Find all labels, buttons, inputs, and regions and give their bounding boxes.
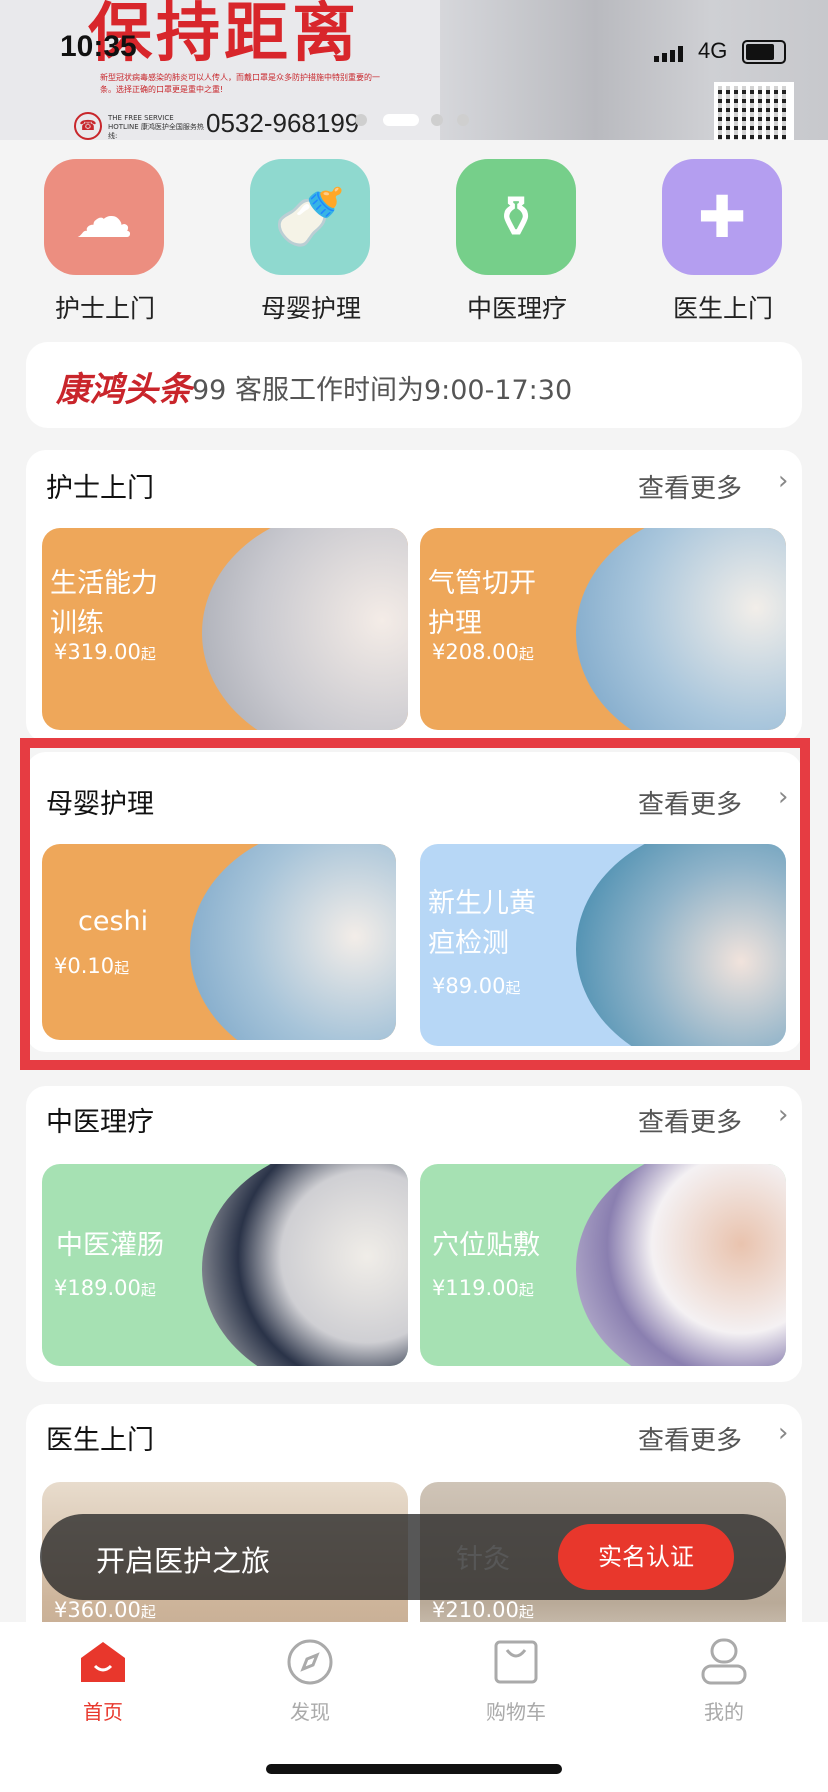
carousel-dot xyxy=(457,114,469,126)
category-doctor-visit[interactable]: ✚ 医生上门 xyxy=(640,155,790,325)
section-title: 护士上门 xyxy=(46,473,154,504)
promo-banner[interactable]: 保持距离 新型冠状病毒感染的肺炎可以人传人，而戴口罩是众多防护措施中特别重要的一… xyxy=(0,0,828,140)
service-price: ¥210.00起 xyxy=(432,1598,534,1622)
category-label: 护士上门 xyxy=(54,294,155,323)
service-photo xyxy=(576,528,786,730)
onboarding-banner: 开启医护之旅 实名认证 xyxy=(40,1514,786,1600)
tab-profile[interactable]: 我的 xyxy=(664,1632,784,1732)
service-photo xyxy=(202,528,408,730)
news-logo: 康鸿头条 xyxy=(56,370,192,410)
service-name: 气管切开护理 xyxy=(428,568,536,639)
category-label: 母婴护理 xyxy=(260,294,361,323)
hotline-number: 0532-968199 xyxy=(206,108,360,138)
category-tcm-therapy[interactable]: ⚱ 中医理疗 xyxy=(434,155,584,325)
battery-icon xyxy=(742,40,786,64)
carousel-dot xyxy=(431,114,443,126)
home-indicator xyxy=(266,1764,562,1774)
service-price: ¥208.00起 xyxy=(432,640,534,664)
service-price: ¥360.00起 xyxy=(54,1598,156,1622)
tab-label: 首页 xyxy=(83,1700,123,1724)
category-maternal-care[interactable]: 🍼 母婴护理 xyxy=(228,155,378,325)
carousel-dot-active xyxy=(383,114,419,126)
section-nurse-visit: 护士上门 查看更多 › 生活能力训练 ¥319.00起 气管切开护理 ¥208.… xyxy=(26,450,802,742)
section-title: 医生上门 xyxy=(46,1425,154,1456)
tab-home[interactable]: 首页 xyxy=(43,1632,163,1732)
news-text: 99 客服工作时间为9:00-17:30 xyxy=(192,375,573,406)
service-name: 中医灌肠 xyxy=(56,1230,164,1261)
signal-icon xyxy=(654,44,688,62)
view-more-link[interactable]: 查看更多 xyxy=(638,1420,742,1457)
view-more-link[interactable]: 查看更多 xyxy=(638,1102,742,1139)
qr-code xyxy=(714,82,794,140)
view-more-link[interactable]: 查看更多 xyxy=(638,468,742,505)
news-ticker[interactable]: 康鸿头条 99 客服工作时间为9:00-17:30 xyxy=(26,342,802,428)
service-name: 生活能力训练 xyxy=(50,568,158,639)
section-title: 中医理疗 xyxy=(46,1107,154,1138)
chevron-right-icon[interactable]: › xyxy=(778,1100,788,1130)
profile-icon xyxy=(700,1638,748,1686)
chevron-right-icon[interactable]: › xyxy=(778,466,788,496)
shopping-bag-icon xyxy=(492,1638,540,1686)
phone-icon: ☎ xyxy=(74,112,102,140)
baby-bottle-icon: 🍼 xyxy=(250,159,370,275)
service-price: ¥319.00起 xyxy=(54,640,156,664)
carousel-dot xyxy=(355,114,367,126)
hotline-label: THE FREE SERVICE HOTLINE 康鸿医护全国服务热线: xyxy=(108,114,204,140)
category-nurse-visit[interactable]: ☁ 护士上门 xyxy=(22,155,172,325)
tab-label: 购物车 xyxy=(486,1700,546,1724)
category-label: 中医理疗 xyxy=(466,294,567,323)
service-card[interactable]: 气管切开护理 ¥208.00起 xyxy=(420,528,786,730)
tab-label: 发现 xyxy=(290,1700,330,1724)
verify-identity-button[interactable]: 实名认证 xyxy=(558,1524,734,1590)
status-time: 10:35 xyxy=(60,30,137,63)
herbal-bowl-icon: ⚱ xyxy=(456,159,576,275)
service-card[interactable]: 中医灌肠 ¥189.00起 xyxy=(42,1164,408,1366)
home-icon xyxy=(79,1638,127,1686)
tab-label: 我的 xyxy=(704,1700,744,1724)
banner-subtext: 新型冠状病毒感染的肺炎可以人传人，而戴口罩是众多防护措施中特别重要的一条。选择正… xyxy=(100,73,380,94)
highlight-box xyxy=(20,738,810,1070)
service-name: 穴位贴敷 xyxy=(432,1230,540,1261)
nurse-cap-icon: ☁ xyxy=(44,159,164,275)
onboarding-text: 开启医护之旅 xyxy=(96,1544,271,1578)
compass-icon xyxy=(286,1638,334,1686)
service-photo xyxy=(576,1164,786,1366)
tab-cart[interactable]: 购物车 xyxy=(456,1632,576,1732)
category-label: 医生上门 xyxy=(672,294,773,323)
service-card[interactable]: 穴位贴敷 ¥119.00起 xyxy=(420,1164,786,1366)
service-photo xyxy=(202,1164,408,1366)
service-price: ¥189.00起 xyxy=(54,1276,156,1300)
doctor-icon: ✚ xyxy=(662,159,782,275)
tab-discover[interactable]: 发现 xyxy=(250,1632,370,1732)
service-price: ¥119.00起 xyxy=(432,1276,534,1300)
chevron-right-icon[interactable]: › xyxy=(778,1418,788,1448)
service-card[interactable]: 生活能力训练 ¥319.00起 xyxy=(42,528,408,730)
network-type: 4G xyxy=(698,38,728,63)
section-tcm-therapy: 中医理疗 查看更多 › 中医灌肠 ¥189.00起 穴位贴敷 ¥119.00起 xyxy=(26,1086,802,1382)
